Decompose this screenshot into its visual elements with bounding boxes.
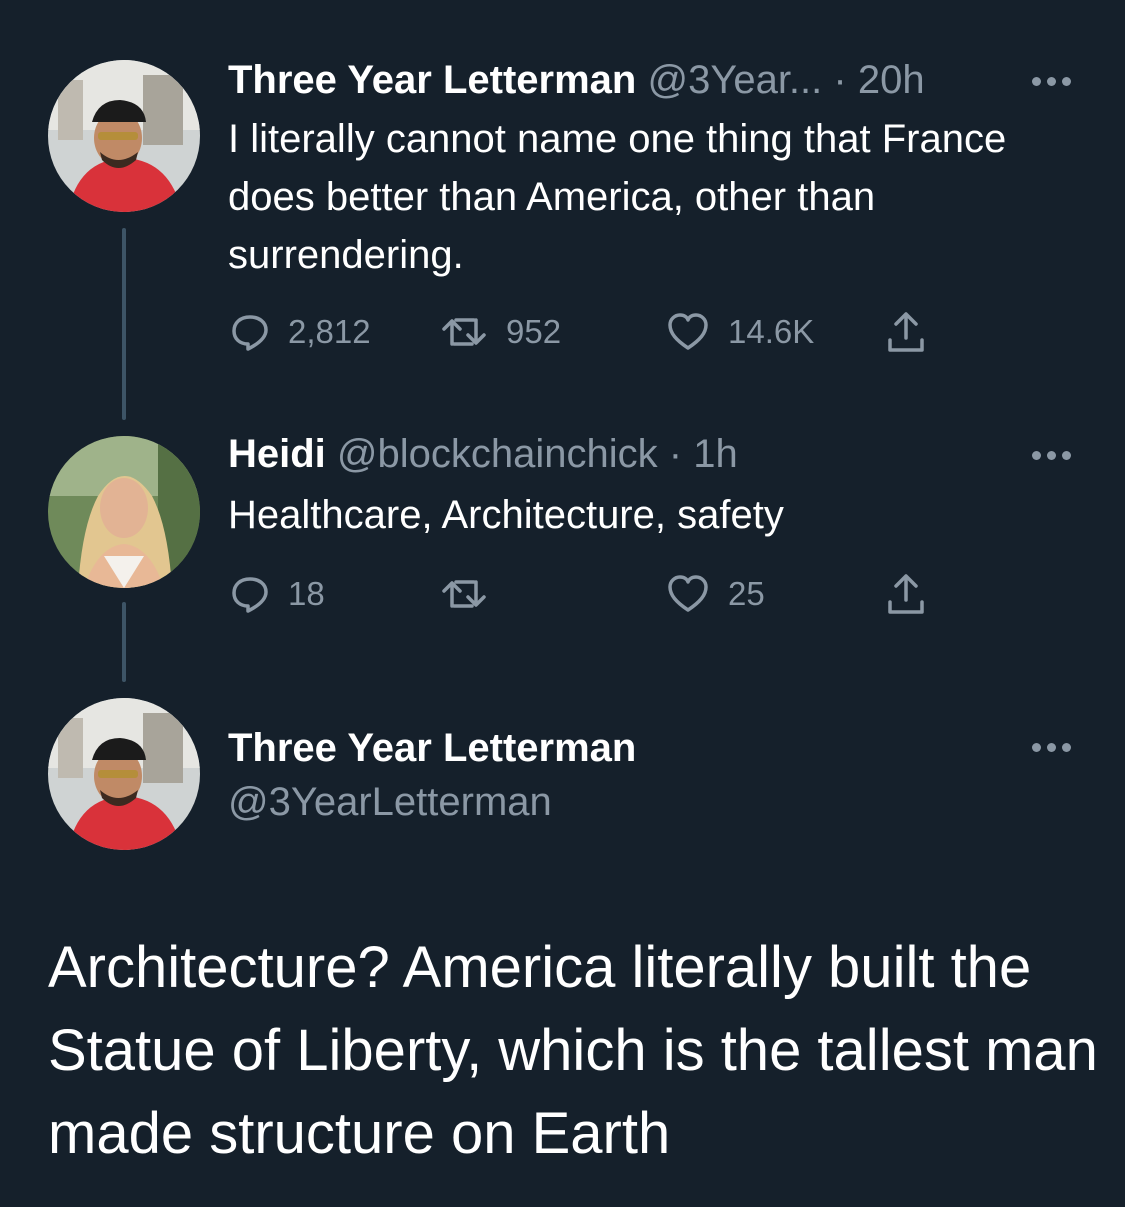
avatar[interactable] xyxy=(48,60,200,212)
display-name[interactable]: Three Year Letterman xyxy=(228,58,636,102)
display-name[interactable]: Heidi xyxy=(228,432,326,476)
retweet-icon xyxy=(442,318,486,346)
reply-button[interactable]: 18 xyxy=(230,570,325,618)
separator: · xyxy=(822,58,858,102)
retweet-button[interactable]: 952 xyxy=(440,308,561,356)
reply-count: 2,812 xyxy=(288,313,371,350)
user-handle[interactable]: @3YearLetterman xyxy=(228,780,552,824)
display-name[interactable]: Three Year Letterman xyxy=(228,726,636,770)
tweet-time[interactable]: 1h xyxy=(693,432,738,476)
main-handle-row: @3YearLetterman xyxy=(228,778,552,826)
like-button[interactable]: 25 xyxy=(666,570,765,618)
tweet-text: I literally cannot name one thing that F… xyxy=(228,117,1007,277)
avatar[interactable] xyxy=(48,436,200,588)
retweet-count: 952 xyxy=(506,313,562,350)
user-handle[interactable]: @3Year... xyxy=(647,58,822,102)
user-handle[interactable]: @blockchainchick xyxy=(337,432,658,476)
main-header: Three Year Letterman xyxy=(228,724,636,772)
more-icon[interactable] xyxy=(1030,448,1074,460)
thread-line xyxy=(122,602,126,682)
retweet-button[interactable] xyxy=(440,570,506,618)
tweet-header: Three Year Letterman @3Year... · 20h xyxy=(228,56,925,104)
more-icon[interactable] xyxy=(1030,740,1074,752)
like-count: 14.6K xyxy=(728,313,815,350)
avatar[interactable] xyxy=(48,698,200,850)
share-button[interactable] xyxy=(886,308,926,356)
like-icon xyxy=(668,575,708,612)
tweet-header: Heidi @blockchainchick · 1h xyxy=(228,430,738,478)
reply-count: 18 xyxy=(288,575,325,612)
like-icon xyxy=(668,313,708,350)
retweet-icon xyxy=(442,580,486,608)
tweet-time[interactable]: 20h xyxy=(858,58,925,102)
tweet-text: Healthcare, Architecture, safety xyxy=(228,493,784,537)
share-button[interactable] xyxy=(886,570,926,618)
more-icon[interactable] xyxy=(1030,74,1074,86)
share-icon xyxy=(888,574,924,614)
like-button[interactable]: 14.6K xyxy=(666,308,814,356)
like-count: 25 xyxy=(728,575,765,612)
reply-button[interactable]: 2,812 xyxy=(230,308,371,356)
thread-line xyxy=(122,228,126,420)
main-tweet-text: Architecture? America literally built th… xyxy=(48,935,1098,1166)
reply-icon xyxy=(232,315,268,351)
reply-icon xyxy=(232,577,268,613)
separator: · xyxy=(657,432,694,476)
share-icon xyxy=(888,312,924,352)
